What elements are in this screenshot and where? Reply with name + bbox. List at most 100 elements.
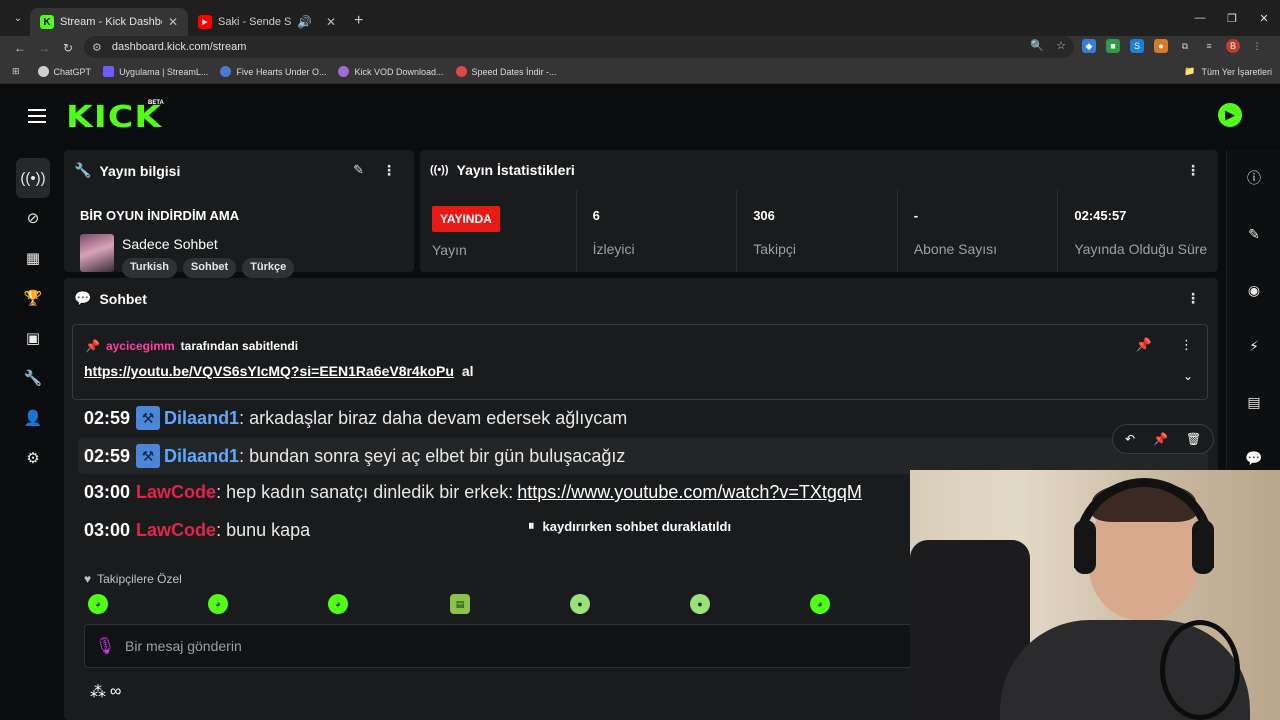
sidebar-trophy-icon[interactable]: 🏆 <box>16 278 50 318</box>
window-controls: — ❐ ✕ <box>1184 0 1280 36</box>
tab-search-icon[interactable]: ⌄ <box>6 6 30 30</box>
menu-icon[interactable]: ⋮ <box>1250 39 1264 53</box>
stream-tags: Turkish Sohbet Türkçe <box>122 258 295 278</box>
infinity-icon[interactable]: ∞ <box>110 683 121 701</box>
stat-viewers: 6 İzleyici <box>577 190 738 272</box>
new-tab-icon[interactable]: + <box>354 12 363 30</box>
pin-icon[interactable]: 📌 <box>1153 432 1168 446</box>
trash-icon[interactable]: 🗑 <box>1186 432 1201 446</box>
kick-go-icon[interactable]: ▶ <box>1218 103 1242 127</box>
site-info-icon[interactable]: ⚙ <box>92 41 102 54</box>
more-options-icon[interactable]: ⋮ <box>1186 162 1200 179</box>
close-icon[interactable]: ✕ <box>168 15 178 29</box>
more-options-icon[interactable]: ⋮ <box>382 162 396 179</box>
chat-message[interactable]: 02:59 ⚒ Dilaand1: bundan sonra şeyi aç e… <box>84 444 625 468</box>
reload-icon[interactable]: ↻ <box>56 41 80 55</box>
sidebar-stream-icon[interactable]: ((•)) <box>16 158 50 198</box>
zoom-icon[interactable]: 🔍 <box>1030 39 1044 52</box>
info-icon[interactable]: ⓘ <box>1227 150 1280 206</box>
extension-s-icon[interactable]: S <box>1130 39 1144 53</box>
back-icon[interactable]: ← <box>8 41 32 55</box>
chat-message-input[interactable] <box>125 638 825 654</box>
puzzle-icon[interactable]: ⧉ <box>1178 39 1192 53</box>
emote-icon[interactable]: ◕ <box>810 594 830 614</box>
stream-stats-panel: ((•)) Yayın İstatistikleri ⋮ YAYINDA Yayı… <box>420 150 1218 272</box>
profile-avatar[interactable]: B <box>1226 39 1240 53</box>
stat-value: - <box>913 208 919 223</box>
hamburger-menu-icon[interactable] <box>28 109 46 123</box>
tab-youtube[interactable]: ▶ Saki - Sende Sev Ama Sevil 🔊 ✕ <box>188 8 346 36</box>
message-user[interactable]: LawCode <box>136 482 216 503</box>
chat-message[interactable]: 02:59 ⚒ Dilaand1: arkadaşlar biraz daha … <box>84 406 627 430</box>
sidebar-settings-icon[interactable]: ⚙ <box>16 438 50 478</box>
maximize-icon[interactable]: ❐ <box>1216 0 1248 36</box>
live-badge: YAYINDA <box>432 206 500 232</box>
sidebar-users-icon[interactable]: 👤 <box>16 398 50 438</box>
shield-icon[interactable]: ■ <box>1106 39 1120 53</box>
hammer-badge-icon: ⚒ <box>136 406 161 430</box>
message-user[interactable]: Dilaand1 <box>164 408 239 429</box>
sidebar-wrench-icon[interactable]: 🔧 <box>16 358 50 398</box>
message-user[interactable]: LawCode <box>136 520 216 541</box>
speaker-icon[interactable]: 🔊 <box>297 15 312 29</box>
more-options-icon[interactable]: ⋮ <box>1186 290 1200 307</box>
message-user[interactable]: Dilaand1 <box>164 446 239 467</box>
emote-icon[interactable]: ▤ <box>450 594 470 614</box>
chat-paused-notice[interactable]: ⏸ kaydırırken sohbet duraklatıldı <box>528 518 731 534</box>
pencil-icon[interactable]: ✎ <box>1227 206 1280 262</box>
youtube-favicon-icon: ▶ <box>198 15 212 29</box>
chevron-down-icon[interactable]: ⌄ <box>1183 369 1193 383</box>
kick-favicon-icon: K <box>40 15 54 29</box>
all-bookmarks[interactable]: 📁 Tüm Yer İşaretleri <box>1184 66 1272 77</box>
sidebar-link-icon[interactable]: ⊘ <box>16 198 50 238</box>
emote-icon[interactable]: ◕ <box>208 594 228 614</box>
emote-icon[interactable]: ◕ <box>328 594 348 614</box>
edit-pencil-icon[interactable]: ✎ <box>353 162 364 178</box>
url-field[interactable]: ⚙ dashboard.kick.com/stream 🔍 ☆ <box>84 36 1074 58</box>
chat-message[interactable]: 03:00 LawCode: hep kadın sanatçı dinledi… <box>84 482 862 503</box>
chat-message[interactable]: 03:00 LawCode: bunu kapa <box>84 520 310 541</box>
forward-icon[interactable]: → <box>32 41 56 55</box>
sidebar-analytics-icon[interactable]: ▦ <box>16 238 50 278</box>
tab-kick-dashboard[interactable]: K Stream - Kick Dashboard ✕ <box>30 8 188 36</box>
extension-icon[interactable]: ◆ <box>1082 39 1096 53</box>
stream-title: BİR OYUN İNDİRDİM AMA <box>80 208 240 223</box>
follower-only-label: ♥ Takipçilere Özel <box>84 572 182 586</box>
minimize-icon[interactable]: — <box>1184 0 1216 36</box>
microphone-icon[interactable]: 🎙 <box>85 636 125 656</box>
stat-label: İzleyici <box>592 241 635 257</box>
category-thumbnail <box>80 234 114 272</box>
headset-earcup <box>1192 520 1214 574</box>
reply-icon[interactable]: ↶ <box>1125 432 1135 446</box>
pinned-by-text: tarafından sabitlendi <box>180 339 299 353</box>
bookmark-item[interactable]: ChatGPT <box>37 66 91 77</box>
sidebar-video-icon[interactable]: ▣ <box>16 318 50 358</box>
tab-title: Stream - Kick Dashboard <box>60 16 162 28</box>
pinned-link[interactable]: https://youtu.be/VQVS6sYIcMQ?si=EEN1Ra6e… <box>84 363 454 379</box>
stat-subscribers: - Abone Sayısı <box>898 190 1059 272</box>
more-options-icon[interactable]: ⋮ <box>1180 337 1193 353</box>
lightning-icon[interactable]: ⚡ <box>1227 318 1280 374</box>
colon: : <box>239 445 250 466</box>
close-icon[interactable]: ✕ <box>326 15 336 29</box>
apps-icon[interactable]: ⊞ <box>12 66 20 77</box>
camera-icon[interactable]: ◉ <box>1227 262 1280 318</box>
close-window-icon[interactable]: ✕ <box>1248 0 1280 36</box>
bookmark-item[interactable]: Uygulama | StreamL... <box>103 66 208 77</box>
media-icon[interactable]: ≡ <box>1202 39 1216 53</box>
emote-icon[interactable]: ● <box>570 594 590 614</box>
tag: Türkçe <box>242 258 295 278</box>
pinned-by-user[interactable]: aycicegimm <box>106 339 175 353</box>
unpin-icon[interactable]: 📌 <box>1136 337 1152 353</box>
bookmark-item[interactable]: Five Hearts Under O... <box>220 66 326 77</box>
bookmark-item[interactable]: Kick VOD Download... <box>338 66 444 77</box>
emote-icon[interactable]: ● <box>690 594 710 614</box>
emote-icon[interactable]: ◕ <box>88 594 108 614</box>
message-text: hep kadın sanatçı dinledik bir erkek: <box>226 482 514 502</box>
bookmark-item[interactable]: Speed Dates İndir -... <box>455 66 557 77</box>
message-link[interactable]: https://www.youtube.com/watch?v=TXtgqM <box>517 482 862 503</box>
kick-points-icon[interactable]: ⁂ <box>90 682 106 702</box>
extension-icon[interactable]: ● <box>1154 39 1168 53</box>
notes-icon[interactable]: ▤ <box>1227 374 1280 430</box>
bookmark-star-icon[interactable]: ☆ <box>1056 39 1066 52</box>
